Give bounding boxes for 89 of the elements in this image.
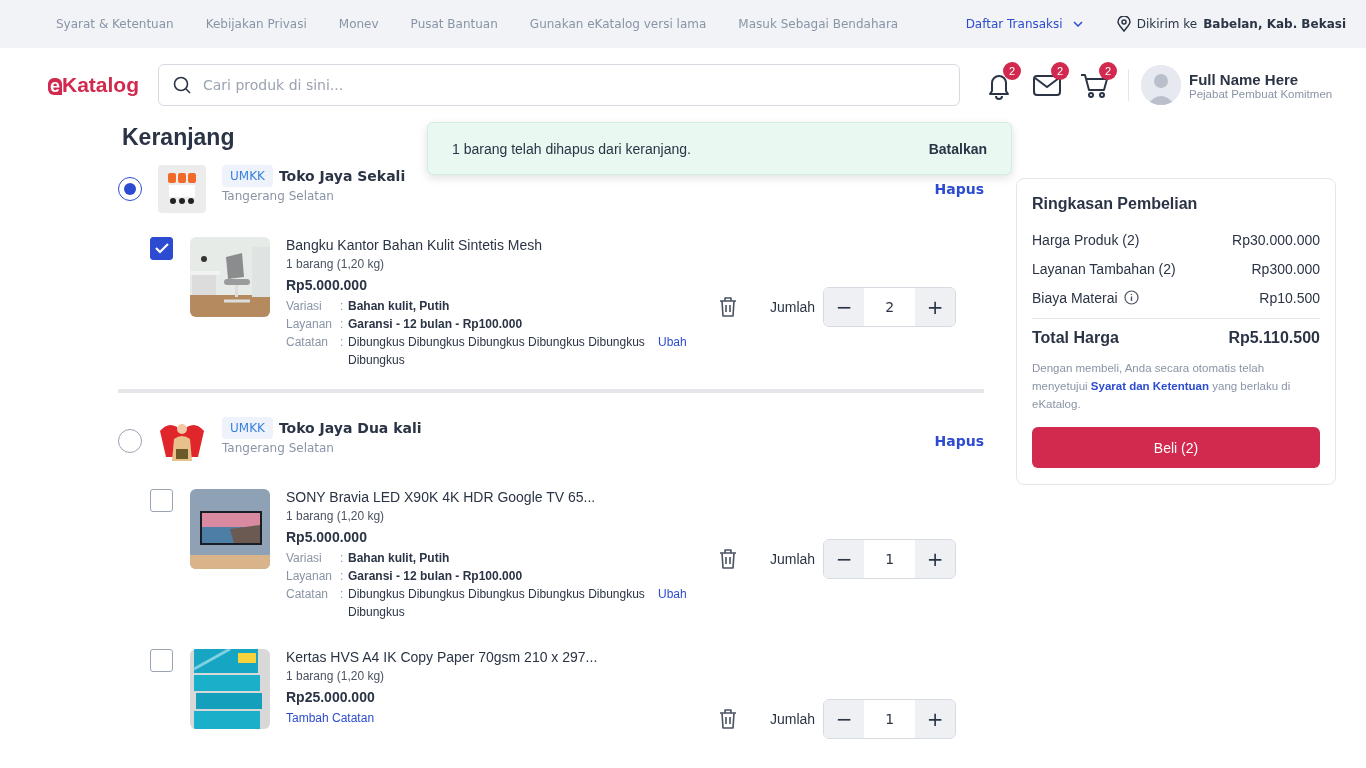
delete-link[interactable]: Hapus <box>934 181 984 197</box>
user-name[interactable]: Full Name Here <box>1189 70 1333 88</box>
terms-notice: Dengan membeli, Anda secara otomatis telah menyetujui Syarat dan Ketentuan yang berlaku di eKatalog. <box>1032 361 1292 412</box>
edit-note-link[interactable]: Ubah <box>658 333 687 369</box>
product-price: Rp5.000.000 <box>286 529 368 545</box>
item-checkbox[interactable] <box>150 237 173 260</box>
decrease-button[interactable]: − <box>824 540 865 578</box>
increase-button[interactable]: + <box>915 288 956 326</box>
total-label: Total Harga <box>1032 329 1119 347</box>
detail-label: Variasi <box>286 298 323 315</box>
undo-button[interactable]: Batalkan <box>928 140 987 157</box>
total-value: Rp5.110.500 <box>1228 329 1320 347</box>
count-badge: 2 <box>1051 62 1069 80</box>
shop-radio[interactable] <box>118 177 142 201</box>
summary-label: Biaya Materai <box>1032 289 1118 306</box>
chevron-down-icon <box>1072 21 1083 27</box>
delivery-label: Dikirim ke <box>1136 17 1198 31</box>
avatar-icon <box>1141 65 1181 105</box>
detail-separator: : <box>340 298 345 315</box>
detail-label: Catatan <box>286 334 330 351</box>
shop-name[interactable]: Toko Jaya Sekali <box>278 168 406 184</box>
terms-link[interactable]: Syarat dan Ketentuan <box>1090 380 1210 392</box>
edit-note-link[interactable]: Ubah <box>658 585 687 621</box>
add-note-link[interactable]: Tambah Catatan <box>286 711 375 725</box>
decrease-button[interactable]: − <box>824 700 865 738</box>
item-checkbox[interactable] <box>150 649 173 672</box>
detail-separator: : <box>340 334 345 351</box>
detail-separator: : <box>340 586 345 603</box>
quantity-label: Jumlah <box>770 551 816 567</box>
detail-label: Layanan <box>286 568 334 585</box>
quantity-value: 2 <box>884 298 896 317</box>
quantity-value: 1 <box>884 550 896 569</box>
detail-label: Layanan <box>286 316 334 333</box>
note-text: Dibungkus Dibungkus Dibungkus Dibungkus Dibungkus Dibungkus <box>348 586 646 621</box>
note-text: Dibungkus Dibungkus Dibungkus Dibungkus Dibungkus Dibungkus <box>348 334 646 369</box>
buy-button[interactable]: Beli (2) <box>1032 427 1320 468</box>
detail-separator: : <box>340 550 345 567</box>
delivery-location[interactable]: Babelan, Kab. Bekasi <box>1203 17 1346 31</box>
quantity-value: 1 <box>884 710 896 729</box>
location-pin-icon <box>1116 16 1131 32</box>
decrease-button[interactable]: − <box>824 288 865 326</box>
summary-value: Rp10.500 <box>1259 289 1320 306</box>
shop-radio[interactable] <box>118 429 142 453</box>
count-badge: 2 <box>1099 62 1117 80</box>
umkk-badge: UMKK <box>222 417 273 439</box>
product-weight: 1 barang (1,20 kg) <box>286 257 386 271</box>
shop-location: Tangerang Selatan <box>222 441 335 455</box>
detail-separator: : <box>340 316 345 333</box>
detail-value: Bahan kulit, Putih <box>348 550 450 567</box>
user-role: Pejabat Pembuat Komitmen <box>1189 87 1333 100</box>
detail-separator: : <box>340 568 345 585</box>
product-title[interactable]: Bangku Kantor Bahan Kulit Sintetis Mesh <box>286 237 706 253</box>
summary-label: Harga Produk (2) <box>1032 231 1140 248</box>
item-checkbox[interactable] <box>150 489 173 512</box>
shop-name[interactable]: Toko Jaya Dua kali <box>278 420 422 436</box>
summary-label: Layanan Tambahan (2) <box>1032 260 1176 277</box>
product-title[interactable]: SONY Bravia LED X90K 4K HDR Google TV 65... <box>286 489 706 505</box>
count-badge: 2 <box>1003 62 1021 80</box>
quantity-stepper[interactable]: − 1 + <box>823 699 957 739</box>
detail-value: Garansi - 12 bulan - Rp100.000 <box>348 568 523 585</box>
quantity-stepper[interactable]: − 1 + <box>823 539 957 579</box>
toast-message: 1 barang telah dihapus dari keranjang. <box>452 140 691 157</box>
shop-location: Tangerang Selatan <box>222 189 335 203</box>
quantity-label: Jumlah <box>770 299 816 315</box>
umkk-badge: UMKK <box>222 165 273 187</box>
detail-label: Variasi <box>286 550 323 567</box>
product-price: Rp5.000.000 <box>286 277 368 293</box>
increase-button[interactable]: + <box>915 540 956 578</box>
delete-link[interactable]: Hapus <box>934 433 984 449</box>
page-title: Keranjang <box>122 124 235 151</box>
summary-value: Rp300.000 <box>1251 260 1320 277</box>
search-field[interactable]: Cari produk di sini... <box>158 64 960 106</box>
product-price: Rp25.000.000 <box>286 689 376 705</box>
ekatalog-logo[interactable]: eKatalog <box>48 73 158 97</box>
quantity-stepper[interactable]: − 2 + <box>823 287 957 327</box>
summary-title: Ringkasan Pembelian <box>1032 195 1199 213</box>
product-weight: 1 barang (1,20 kg) <box>286 509 386 523</box>
product-weight: 1 barang (1,20 kg) <box>286 669 386 683</box>
check-icon <box>154 243 169 254</box>
detail-value: Bahan kulit, Putih <box>348 298 450 315</box>
detail-value: Garansi - 12 bulan - Rp100.000 <box>348 316 523 333</box>
increase-button[interactable]: + <box>915 700 956 738</box>
product-title[interactable]: Kertas HVS A4 IK Copy Paper 70gsm 210 x 297... <box>286 649 706 665</box>
detail-label: Catatan <box>286 586 330 603</box>
info-icon[interactable] <box>1123 290 1139 305</box>
quantity-label: Jumlah <box>770 711 816 727</box>
transactions-menu[interactable]: Daftar Transaksi <box>965 17 1083 31</box>
summary-value: Rp30.000.000 <box>1232 231 1320 248</box>
search-icon <box>173 76 191 94</box>
